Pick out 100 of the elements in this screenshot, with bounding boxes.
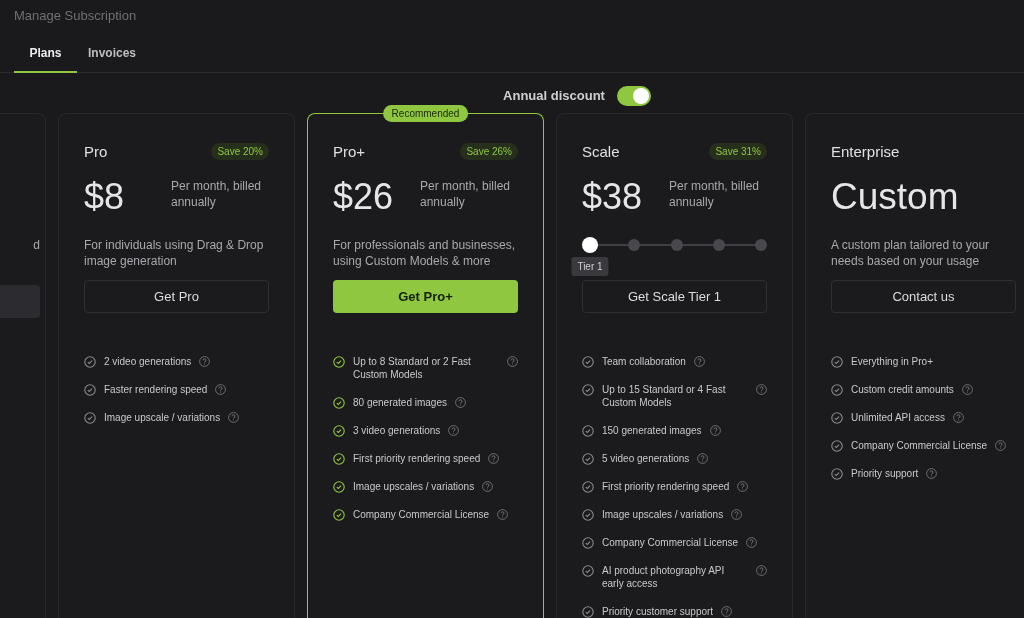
feature-text: First priority rendering speed [602, 480, 730, 493]
check-circle-icon [333, 425, 345, 437]
feature-text: 2 video generations [104, 355, 192, 368]
feature-text: Team collaboration [602, 355, 686, 368]
check-circle-icon [831, 412, 843, 424]
plan-name: Pro [84, 142, 108, 160]
recommended-badge: Recommended [382, 105, 469, 122]
check-circle-icon [582, 384, 594, 396]
plan-description: For individuals using Drag & Drop image generation [84, 237, 265, 270]
help-icon[interactable] [926, 468, 938, 479]
save-badge: Save 20% [211, 142, 269, 160]
plan-button[interactable]: Get Pro [84, 280, 269, 313]
slider-stop[interactable] [628, 239, 641, 251]
check-circle-icon [831, 384, 843, 396]
feature-text: AI product photography API early access [602, 564, 726, 590]
help-icon[interactable] [454, 397, 466, 408]
feature-text: Up to 15 Standard or 4 Fast Custom Models [602, 383, 727, 409]
help-icon[interactable] [482, 481, 494, 492]
help-icon[interactable] [497, 509, 509, 520]
help-icon[interactable] [995, 440, 1007, 451]
plan-button[interactable]: Get Pro+ [333, 280, 518, 313]
help-icon[interactable] [731, 509, 743, 520]
plan-description: d [32, 238, 40, 252]
feature-text: Priority customer support [602, 605, 714, 618]
page-title: Manage Subscription [13, 7, 138, 25]
check-circle-icon [84, 356, 96, 368]
check-circle-icon [333, 356, 345, 368]
check-circle-icon [84, 412, 96, 424]
help-icon[interactable] [952, 412, 964, 423]
check-circle-icon [582, 356, 594, 368]
feature-text: Priority support [851, 467, 919, 480]
plan-button[interactable]: Contact us [831, 280, 1016, 313]
check-circle-icon [582, 565, 594, 577]
plan-name: Pro+ [333, 142, 366, 160]
check-circle-icon [333, 509, 345, 521]
plan-description: For professionals and businesses, using Custom Models & more [333, 237, 517, 270]
plan-name: Scale [582, 142, 620, 160]
save-badge: Save 26% [460, 142, 518, 160]
feature-text: Unlimited API access [851, 411, 945, 424]
tab[interactable]: Plans [14, 39, 77, 74]
check-circle-icon [333, 397, 345, 409]
help-icon[interactable] [448, 425, 460, 436]
help-icon[interactable] [199, 356, 211, 367]
feature-text: Image upscale / variations [104, 411, 221, 424]
plan-price: $38 [582, 176, 643, 218]
feature-text: Everything in Pro+ [851, 355, 933, 368]
help-icon[interactable] [737, 481, 749, 492]
help-icon[interactable] [756, 384, 767, 395]
plan-name: Enterprise [831, 142, 900, 160]
plan-button[interactable]: Get Scale Tier 1 [582, 280, 767, 313]
check-circle-icon [831, 356, 843, 368]
slider-stop[interactable] [755, 239, 767, 251]
price-note: Per month, billed annually [420, 178, 512, 210]
annual-discount-toggle[interactable] [616, 85, 651, 106]
check-circle-icon [582, 453, 594, 465]
save-badge: Save 31% [709, 142, 767, 160]
feature-text: Faster rendering speed [104, 383, 208, 396]
slider-stop[interactable] [712, 239, 725, 251]
price-note: Per month, billed annually [171, 178, 263, 210]
feature-text: Image upscales / variations [353, 480, 475, 493]
plan-price: Custom [831, 176, 959, 218]
check-circle-icon [582, 425, 594, 437]
help-icon[interactable] [228, 412, 240, 423]
tab[interactable]: Invoices [77, 39, 147, 74]
feature-text: First priority rendering speed [353, 452, 481, 465]
check-circle-icon [582, 537, 594, 549]
feature-text: 150 generated images [602, 424, 702, 437]
feature-text: Up to 8 Standard or 2 Fast Custom Models [353, 355, 472, 381]
feature-text: Custom credit amounts [851, 383, 954, 396]
tier-tooltip: Tier 1 [571, 257, 609, 276]
price-note: Per month, billed annually [669, 178, 761, 210]
help-icon[interactable] [961, 384, 973, 395]
check-circle-icon [333, 481, 345, 493]
help-icon[interactable] [693, 356, 705, 367]
help-icon[interactable] [507, 356, 518, 367]
feature-text: Company Commercial License [602, 536, 739, 549]
check-circle-icon [831, 440, 843, 452]
feature-text: 80 generated images [353, 396, 447, 409]
help-icon[interactable] [721, 606, 733, 617]
feature-text: Company Commercial License [851, 439, 988, 452]
check-circle-icon [333, 453, 345, 465]
plan-price: $8 [84, 176, 125, 218]
help-icon[interactable] [697, 453, 709, 464]
check-circle-icon [582, 481, 594, 493]
help-icon[interactable] [215, 384, 227, 395]
feature-text: 3 video generations [353, 424, 441, 437]
help-icon[interactable] [756, 565, 767, 576]
help-icon[interactable] [709, 425, 721, 436]
help-icon[interactable] [488, 453, 500, 464]
feature-text: 5 video generations [602, 452, 690, 465]
feature-text: Image upscales / variations [602, 508, 724, 521]
plan-description: A custom plan tailored to your needs based on your usage [831, 237, 991, 270]
toggle-label: Annual discount [503, 88, 605, 103]
check-circle-icon [582, 509, 594, 521]
check-circle-icon [582, 606, 594, 618]
check-circle-icon [84, 384, 96, 396]
check-circle-icon [831, 468, 843, 480]
help-icon[interactable] [746, 537, 758, 548]
plan-price: $26 [333, 176, 394, 218]
slider-stop[interactable] [670, 239, 683, 251]
